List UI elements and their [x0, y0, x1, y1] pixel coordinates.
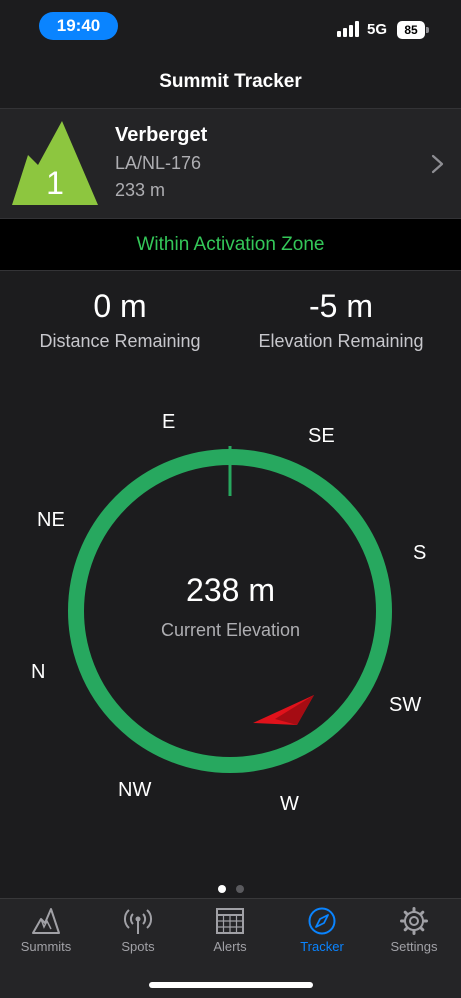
compass-ring: [68, 449, 392, 773]
compass-label-nw: NW: [118, 779, 152, 801]
compass-label-ne: NE: [37, 509, 65, 531]
page-dot-1[interactable]: [217, 885, 226, 893]
tab-label-settings: Settings: [390, 939, 438, 954]
summit-points: 1: [46, 165, 64, 201]
tab-label-alerts: Alerts: [213, 939, 247, 954]
tab-settings[interactable]: Settings: [368, 907, 460, 961]
elevation-remaining-label: Elevation Remaining: [258, 331, 424, 351]
compass-pointer-shade: [275, 695, 314, 725]
mountain-icon: [32, 908, 60, 934]
current-elevation-label: Current Elevation: [160, 620, 301, 640]
compass-label-sw: SW: [389, 694, 422, 716]
compass-graphic: [68, 446, 392, 773]
antenna-icon: [123, 909, 153, 934]
elevation-remaining-value: -5 m: [309, 288, 373, 324]
tab-summits[interactable]: Summits: [0, 907, 92, 961]
tab-tracker[interactable]: Tracker: [276, 907, 368, 961]
compass: [0, 395, 461, 835]
compass-label-w: W: [280, 793, 299, 815]
distance-remaining-label: Distance Remaining: [39, 331, 201, 351]
calendar-icon: [216, 908, 244, 934]
battery-tip: [426, 27, 429, 33]
chevron-right-icon[interactable]: [430, 153, 446, 175]
distance-stat: 0 m Distance Remaining: [5, 285, 235, 355]
gear-icon: [400, 907, 428, 935]
page-indicator[interactable]: [0, 880, 461, 898]
summit-name: Verberget: [115, 124, 208, 146]
tab-label-summits: Summits: [20, 939, 72, 954]
compass-label-s: S: [413, 542, 427, 564]
page-dot-2[interactable]: [235, 885, 244, 893]
summit-card[interactable]: 1 Verberget LA/NL-176 233 m: [0, 108, 461, 219]
network-type: 5G: [367, 21, 388, 38]
compass-icon: [308, 907, 336, 935]
tab-label-spots: Spots: [121, 939, 155, 954]
summit-reference: LA/NL-176: [115, 153, 202, 173]
page-title: Summit Tracker: [159, 71, 302, 92]
current-elevation-value: 238 m: [186, 572, 275, 608]
status-time[interactable]: 19:40: [39, 12, 118, 40]
compass-label-e: E: [162, 411, 176, 433]
tab-alerts[interactable]: Alerts: [184, 907, 276, 961]
tab-label-tracker: Tracker: [300, 939, 344, 954]
compass-label-n: N: [31, 661, 46, 683]
signal-icon: [337, 21, 361, 37]
battery-icon: 85: [397, 21, 425, 39]
elevation-stat: -5 m Elevation Remaining: [226, 285, 456, 355]
compass-label-se: SE: [308, 425, 335, 447]
home-indicator[interactable]: [149, 982, 313, 988]
distance-remaining-value: 0 m: [93, 288, 147, 324]
activation-zone-banner: Within Activation Zone: [0, 219, 461, 271]
tab-spots[interactable]: Spots: [92, 907, 184, 961]
summit-points-badge: 1: [12, 121, 98, 207]
status-bar: 19:40 5G 85: [0, 0, 461, 52]
summit-height: 233 m: [115, 180, 166, 200]
